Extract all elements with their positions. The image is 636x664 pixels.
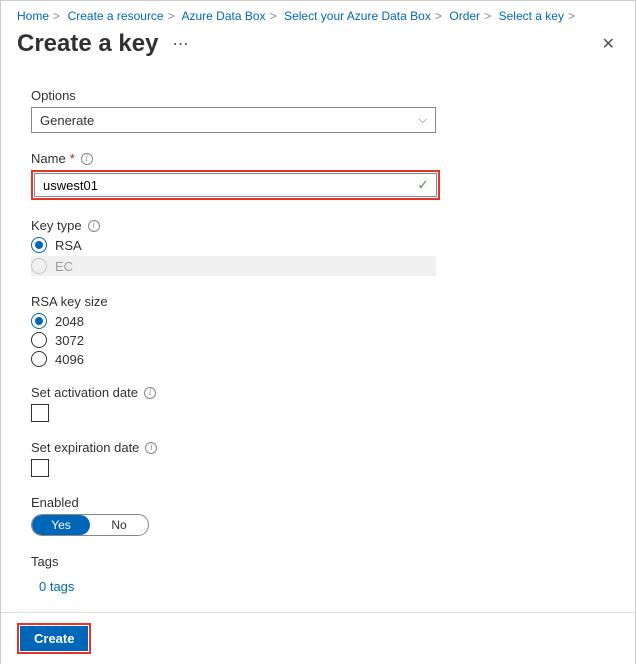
more-icon[interactable]: ⋯ — [172, 34, 188, 54]
chevron-down-icon: ⌵ — [419, 114, 427, 127]
chevron-right-icon: > — [168, 10, 175, 24]
chevron-right-icon: > — [568, 10, 575, 24]
breadcrumb-item[interactable]: Order — [449, 9, 480, 23]
expiration-checkbox[interactable] — [31, 459, 49, 477]
radio-icon — [31, 332, 47, 348]
key-type-label: Key type — [31, 218, 82, 233]
chevron-right-icon: > — [53, 10, 60, 24]
rsa-size-label: RSA key size — [31, 294, 619, 309]
create-button[interactable]: Create — [20, 626, 88, 651]
tags-label: Tags — [31, 554, 619, 569]
info-icon[interactable]: i — [81, 153, 93, 165]
page-title: Create a key — [17, 30, 158, 58]
enabled-toggle[interactable]: Yes No — [31, 514, 149, 536]
name-input[interactable] — [34, 173, 437, 197]
options-label: Options — [31, 88, 619, 103]
close-icon[interactable]: ✕ — [598, 30, 619, 58]
rsa-size-3072[interactable]: 3072 — [31, 332, 619, 348]
expiration-label: Set expiration date — [31, 440, 139, 455]
rsa-size-2048[interactable]: 2048 — [31, 313, 619, 329]
toggle-no: No — [90, 515, 148, 535]
radio-icon — [31, 237, 47, 253]
chevron-right-icon: > — [270, 10, 277, 24]
radio-icon — [31, 258, 47, 274]
breadcrumb-item[interactable]: Select your Azure Data Box — [284, 9, 431, 23]
options-select[interactable]: Generate ⌵ — [31, 107, 436, 133]
activation-label: Set activation date — [31, 385, 138, 400]
chevron-right-icon: > — [484, 10, 491, 24]
checkmark-icon: ✓ — [417, 177, 429, 194]
breadcrumb-item[interactable]: Azure Data Box — [181, 9, 265, 23]
info-icon[interactable]: i — [145, 442, 157, 454]
enabled-label: Enabled — [31, 495, 619, 510]
radio-label: EC — [55, 259, 73, 274]
breadcrumb: Home > Create a resource > Azure Data Box >… — [1, 1, 635, 28]
toggle-yes: Yes — [32, 515, 90, 535]
radio-label: RSA — [55, 238, 82, 253]
activation-checkbox[interactable] — [31, 404, 49, 422]
radio-label: 2048 — [55, 314, 84, 329]
required-icon: * — [70, 151, 75, 166]
tags-link[interactable]: 0 tags — [39, 579, 74, 594]
breadcrumb-item[interactable]: Create a resource — [68, 9, 164, 23]
breadcrumb-item[interactable]: Select a key — [499, 9, 564, 23]
radio-label: 3072 — [55, 333, 84, 348]
radio-label: 4096 — [55, 352, 84, 367]
radio-icon — [31, 313, 47, 329]
chevron-right-icon: > — [435, 10, 442, 24]
info-icon[interactable]: i — [88, 220, 100, 232]
breadcrumb-item[interactable]: Home — [17, 9, 49, 23]
name-label: Name — [31, 151, 66, 166]
radio-icon — [31, 351, 47, 367]
info-icon[interactable]: i — [144, 387, 156, 399]
rsa-size-4096[interactable]: 4096 — [31, 351, 619, 367]
options-value: Generate — [40, 113, 94, 128]
key-type-rsa[interactable]: RSA — [31, 237, 619, 253]
key-type-ec: EC — [31, 256, 436, 276]
